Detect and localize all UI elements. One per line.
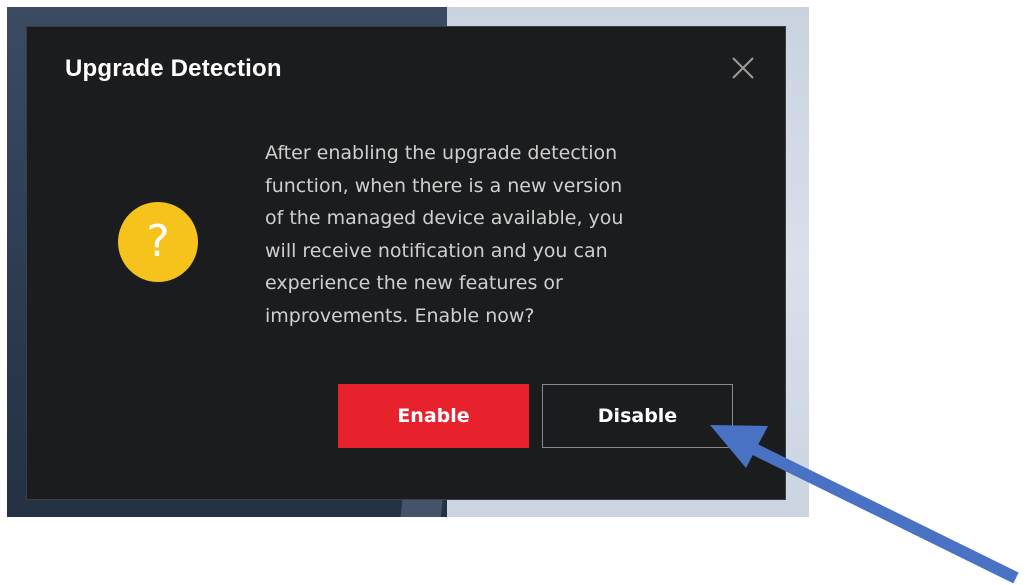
dialog-message: After enabling the upgrade detection fun…	[265, 142, 624, 327]
question-icon: ?	[118, 202, 198, 282]
screenshot-stage: Upgrade Detection ? After enabling the u…	[0, 0, 1031, 585]
disable-button[interactable]: Disable	[542, 384, 733, 448]
dialog-title: Upgrade Detection	[65, 55, 282, 82]
upgrade-detection-dialog: Upgrade Detection ? After enabling the u…	[26, 26, 786, 500]
close-icon[interactable]	[730, 55, 756, 81]
enable-button[interactable]: Enable	[338, 384, 529, 448]
